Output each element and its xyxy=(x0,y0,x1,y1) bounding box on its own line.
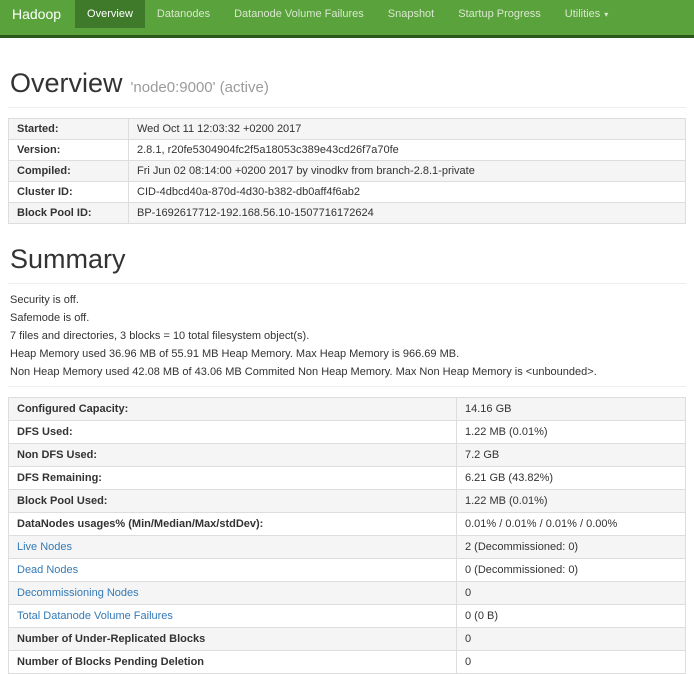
table-row: DFS Used: 1.22 MB (0.01%) xyxy=(9,421,686,444)
row-value: 6.21 GB (43.82%) xyxy=(457,467,686,490)
row-value: CID-4dbcd40a-870d-4d30-b382-db0aff4f6ab2 xyxy=(129,182,686,203)
row-label: Number of Blocks Pending Deletion xyxy=(9,651,457,674)
table-row: DataNodes usages% (Min/Median/Max/stdDev… xyxy=(9,513,686,536)
live-nodes-link[interactable]: Live Nodes xyxy=(17,541,72,553)
row-label: Total Datanode Volume Failures xyxy=(9,605,457,628)
row-label: Block Pool Used: xyxy=(9,490,457,513)
nav-item-datanode-volume-failures[interactable]: Datanode Volume Failures xyxy=(222,0,376,28)
row-label: Compiled: xyxy=(9,161,129,182)
chevron-down-icon: ▾ xyxy=(604,10,608,19)
nav-item-utilities-label: Utilities xyxy=(565,8,600,20)
hadoop-brand[interactable]: Hadoop xyxy=(0,0,75,28)
row-value: Wed Oct 11 12:03:32 +0200 2017 xyxy=(129,119,686,140)
row-label: Dead Nodes xyxy=(9,559,457,582)
filesystem-objects-text: 7 files and directories, 3 blocks = 10 t… xyxy=(8,330,686,342)
row-label: Live Nodes xyxy=(9,536,457,559)
table-row: Total Datanode Volume Failures 0 (0 B) xyxy=(9,605,686,628)
navbar-links: Hadoop Overview Datanodes Datanode Volum… xyxy=(0,0,694,28)
nav-item-datanodes[interactable]: Datanodes xyxy=(145,0,222,28)
row-value: BP-1692617712-192.168.56.10-150771617262… xyxy=(129,203,686,224)
row-value: 2.8.1, r20fe5304904fc2f5a18053c389e43cd2… xyxy=(129,140,686,161)
table-row: Compiled: Fri Jun 02 08:14:00 +0200 2017… xyxy=(9,161,686,182)
overview-heading: Overview 'node0:9000' (active) xyxy=(8,68,686,99)
row-label: Block Pool ID: xyxy=(9,203,129,224)
security-status-text: Security is off. xyxy=(8,294,686,306)
nav-item-snapshot[interactable]: Snapshot xyxy=(376,0,446,28)
row-label: Configured Capacity: xyxy=(9,398,457,421)
row-value: Fri Jun 02 08:14:00 +0200 2017 by vinodk… xyxy=(129,161,686,182)
row-value: 1.22 MB (0.01%) xyxy=(457,490,686,513)
table-row: Number of Blocks Pending Deletion 0 xyxy=(9,651,686,674)
table-row: Dead Nodes 0 (Decommissioned: 0) xyxy=(9,559,686,582)
row-label: Version: xyxy=(9,140,129,161)
table-row: Version: 2.8.1, r20fe5304904fc2f5a18053c… xyxy=(9,140,686,161)
top-navbar: Hadoop Overview Datanodes Datanode Volum… xyxy=(0,0,694,38)
table-row: DFS Remaining: 6.21 GB (43.82%) xyxy=(9,467,686,490)
overview-info-table: Started: Wed Oct 11 12:03:32 +0200 2017 … xyxy=(8,118,686,224)
row-value: 2 (Decommissioned: 0) xyxy=(457,536,686,559)
row-label: DFS Used: xyxy=(9,421,457,444)
table-row: Non DFS Used: 7.2 GB xyxy=(9,444,686,467)
row-value: 0 (0 B) xyxy=(457,605,686,628)
row-value: 0.01% / 0.01% / 0.01% / 0.00% xyxy=(457,513,686,536)
total-datanode-volume-failures-link[interactable]: Total Datanode Volume Failures xyxy=(17,610,173,622)
table-row: Decommissioning Nodes 0 xyxy=(9,582,686,605)
table-row: Number of Under-Replicated Blocks 0 xyxy=(9,628,686,651)
table-row: Cluster ID: CID-4dbcd40a-870d-4d30-b382-… xyxy=(9,182,686,203)
row-label: Cluster ID: xyxy=(9,182,129,203)
row-value: 7.2 GB xyxy=(457,444,686,467)
safemode-status-text: Safemode is off. xyxy=(8,312,686,324)
dead-nodes-link[interactable]: Dead Nodes xyxy=(17,564,78,576)
page-content: Overview 'node0:9000' (active) Started: W… xyxy=(0,68,694,674)
non-heap-memory-text: Non Heap Memory used 42.08 MB of 43.06 M… xyxy=(8,366,686,378)
divider xyxy=(8,386,686,387)
row-value: 0 xyxy=(457,628,686,651)
row-label: Started: xyxy=(9,119,129,140)
table-row: Live Nodes 2 (Decommissioned: 0) xyxy=(9,536,686,559)
row-label: Non DFS Used: xyxy=(9,444,457,467)
page-title: Overview xyxy=(10,68,123,98)
divider xyxy=(8,283,686,284)
row-label: Decommissioning Nodes xyxy=(9,582,457,605)
row-label: DataNodes usages% (Min/Median/Max/stdDev… xyxy=(9,513,457,536)
divider xyxy=(8,107,686,108)
nav-item-startup-progress[interactable]: Startup Progress xyxy=(446,0,553,28)
row-value: 14.16 GB xyxy=(457,398,686,421)
summary-stats-table: Configured Capacity: 14.16 GB DFS Used: … xyxy=(8,397,686,674)
table-row: Block Pool ID: BP-1692617712-192.168.56.… xyxy=(9,203,686,224)
nav-item-utilities[interactable]: Utilities ▾ xyxy=(553,0,620,28)
row-label: DFS Remaining: xyxy=(9,467,457,490)
decommissioning-nodes-link[interactable]: Decommissioning Nodes xyxy=(17,587,139,599)
table-row: Started: Wed Oct 11 12:03:32 +0200 2017 xyxy=(9,119,686,140)
row-value: 0 xyxy=(457,582,686,605)
nav-item-overview[interactable]: Overview xyxy=(75,0,145,28)
row-value: 0 (Decommissioned: 0) xyxy=(457,559,686,582)
namenode-address-status: 'node0:9000' (active) xyxy=(131,79,269,96)
row-value: 1.22 MB (0.01%) xyxy=(457,421,686,444)
row-label: Number of Under-Replicated Blocks xyxy=(9,628,457,651)
summary-heading: Summary xyxy=(8,244,686,275)
table-row: Configured Capacity: 14.16 GB xyxy=(9,398,686,421)
row-value: 0 xyxy=(457,651,686,674)
heap-memory-text: Heap Memory used 36.96 MB of 55.91 MB He… xyxy=(8,348,686,360)
table-row: Block Pool Used: 1.22 MB (0.01%) xyxy=(9,490,686,513)
